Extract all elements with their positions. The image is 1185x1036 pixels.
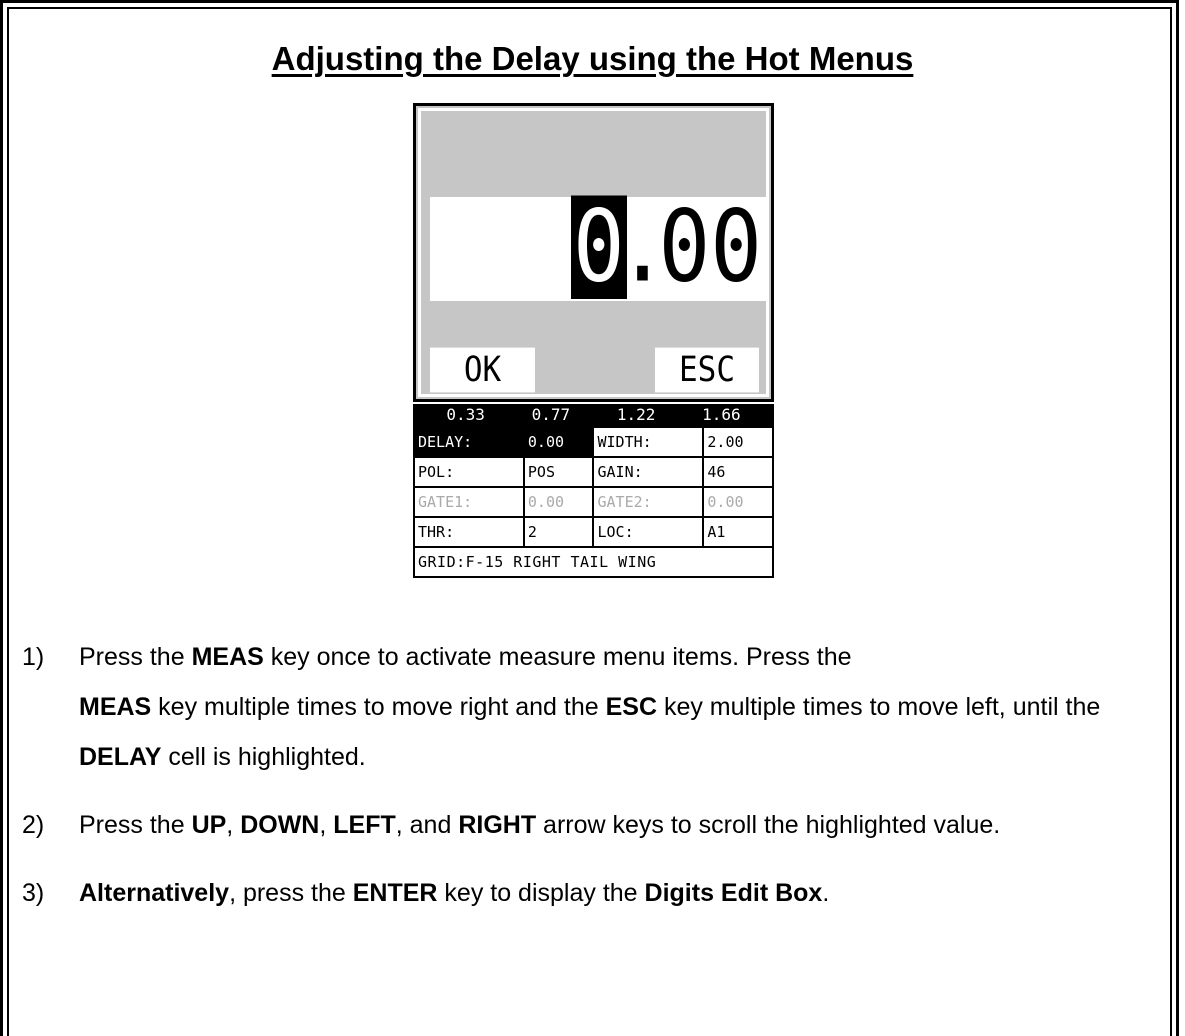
grid-cell[interactable]: GRID:F-15 RIGHT TAIL WING (413, 546, 774, 578)
width-value[interactable]: 2.00 (702, 426, 774, 458)
delay-label[interactable]: DELAY: (413, 426, 525, 458)
device-screen: 0. 00 OK ESC (413, 103, 774, 402)
instruction-step: 3) Alternatively, press the ENTER key to… (22, 868, 1162, 918)
gain-value[interactable]: 46 (702, 456, 774, 488)
pol-label[interactable]: POL: (413, 456, 525, 488)
instruction-list: 1) Press the MEAS key once to activate m… (22, 632, 1162, 936)
pol-value[interactable]: POS (522, 456, 595, 488)
scale-tick-label: 0.33 (446, 405, 485, 424)
menu-row: DELAY: 0.00 WIDTH: 2.00 (413, 426, 774, 458)
gate1-label: GATE1: (413, 486, 525, 518)
digits-value: 0. 00 (570, 195, 762, 299)
menu-row: GATE1: 0.00 GATE2: 0.00 (413, 486, 774, 518)
digits-edit-box: 0. 00 (430, 195, 768, 301)
scale-tick-label: 0.77 (531, 405, 571, 424)
gate2-label: GATE2: (592, 486, 705, 518)
gain-label[interactable]: GAIN: (592, 456, 705, 488)
gate2-value: 0.00 (702, 486, 774, 518)
grid-value: F-15 RIGHT TAIL WING (465, 553, 657, 571)
thr-value[interactable]: 2 (522, 516, 595, 548)
step-text: Press the MEAS key once to activate meas… (79, 643, 1101, 771)
ok-softkey[interactable]: OK (430, 347, 535, 393)
scale-tick-label: 1.66 (702, 405, 741, 424)
gate1-value: 0.00 (522, 486, 595, 518)
instruction-step: 1) Press the MEAS key once to activate m… (22, 632, 1162, 782)
scale-tick-label: 1.22 (616, 405, 656, 424)
scale-bar: 0.33 0.77 1.22 1.66 (413, 404, 774, 426)
thr-label[interactable]: THR: (413, 516, 525, 548)
esc-softkey[interactable]: ESC (655, 347, 759, 393)
menu-row: THR: 2 LOC: A1 (413, 516, 774, 548)
menu-row: POL: POS GAIN: 46 (413, 456, 774, 488)
digit-rest[interactable]: 00 (658, 196, 762, 300)
grid-label: GRID: (418, 553, 466, 571)
instruction-step: 2) Press the UP, DOWN, LEFT, and RIGHT a… (22, 800, 1162, 850)
loc-value[interactable]: A1 (702, 516, 774, 548)
loc-label[interactable]: LOC: (592, 516, 705, 548)
step-number: 3) (22, 879, 45, 907)
step-number: 2) (22, 811, 45, 839)
step-text: Alternatively, press the ENTER key to di… (79, 879, 830, 907)
hot-menu-table: DELAY: 0.00 WIDTH: 2.00 POL: POS GAIN: 4… (413, 426, 774, 578)
step-text: Press the UP, DOWN, LEFT, and RIGHT arro… (79, 811, 1001, 839)
page-title: Adjusting the Delay using the Hot Menus (271, 40, 914, 77)
width-label[interactable]: WIDTH: (592, 426, 705, 458)
grid-row: GRID:F-15 RIGHT TAIL WING (413, 546, 774, 578)
step-number: 1) (22, 643, 45, 671)
delay-value[interactable]: 0.00 (522, 426, 595, 458)
